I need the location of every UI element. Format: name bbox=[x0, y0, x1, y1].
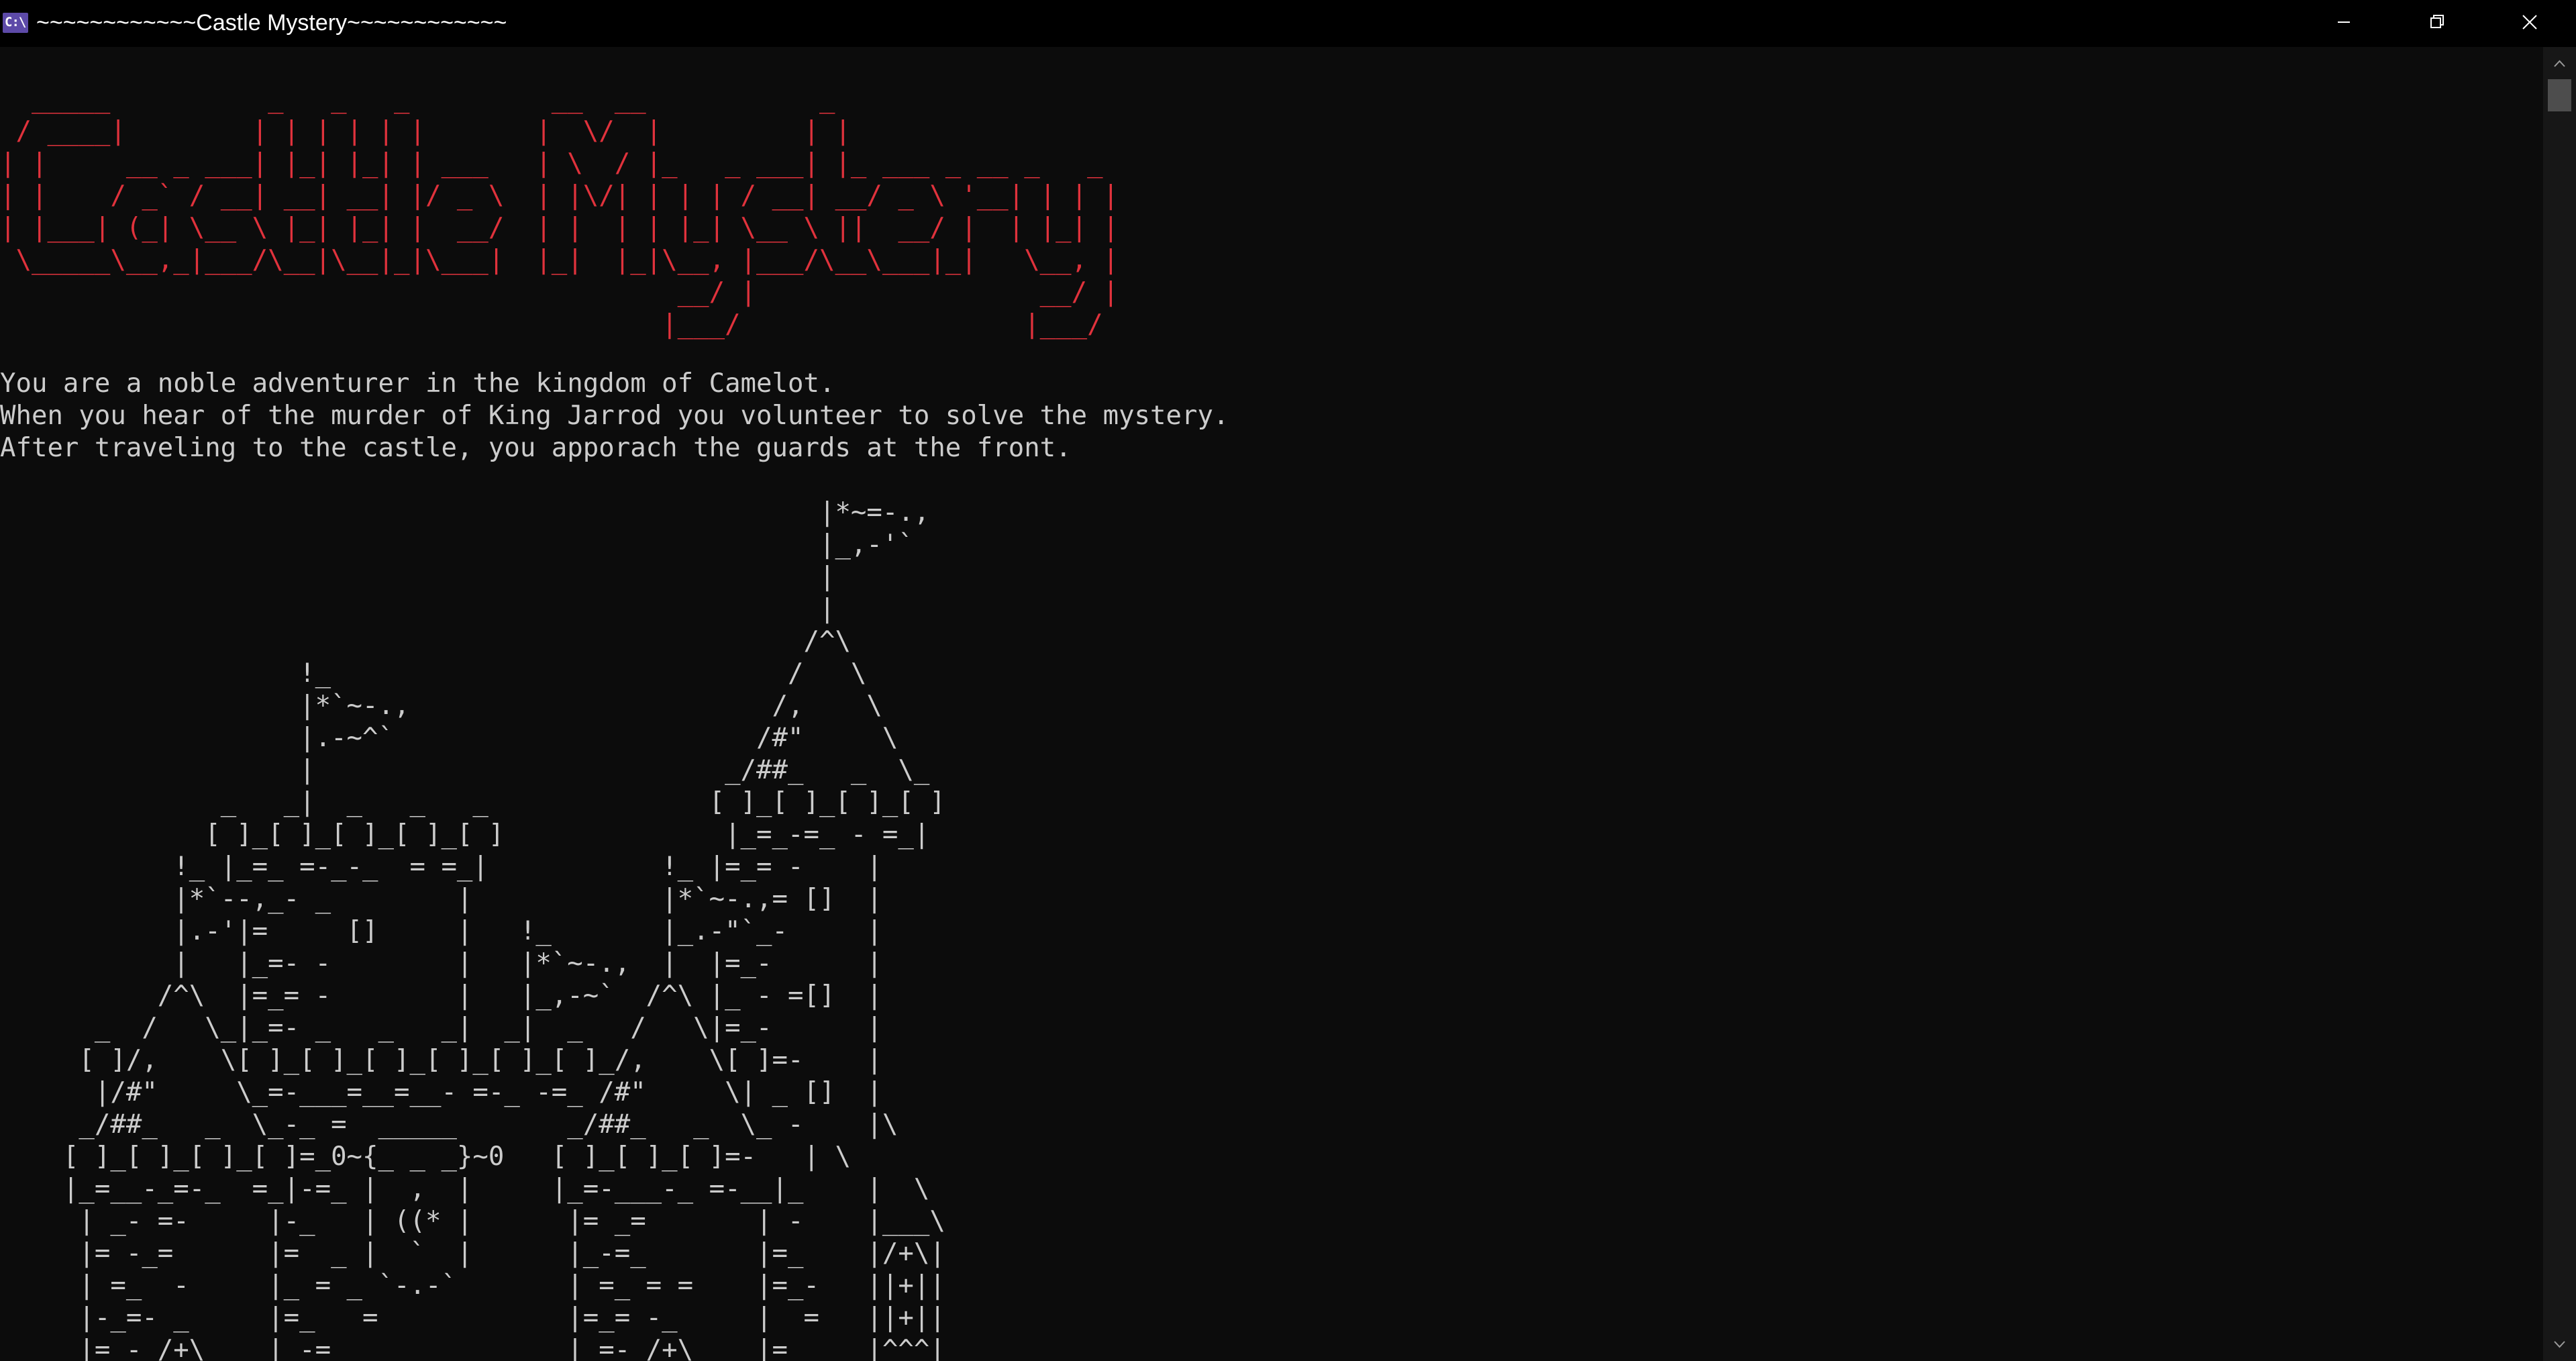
close-button[interactable] bbox=[2483, 0, 2575, 44]
intro-line-2: When you hear of the murder of King Jarr… bbox=[0, 401, 1229, 431]
castle-ascii-art: |*~=-., |_,-'` | | /^\ !_ / \ |*`~-., /,… bbox=[62, 497, 945, 1361]
minimize-icon bbox=[2338, 21, 2350, 23]
castle-mystery-banner-art: _____ _ _ _ __ __ _ / ____| | | | | | | … bbox=[0, 84, 1119, 340]
intro-line-1: You are a noble adventurer in the kingdo… bbox=[0, 368, 835, 399]
intro-line-3: After traveling to the castle, you appor… bbox=[0, 433, 1072, 463]
scroll-down-arrow-icon bbox=[2554, 1341, 2565, 1348]
close-icon bbox=[2522, 15, 2537, 30]
vertical-scrollbar[interactable] bbox=[2543, 47, 2576, 1361]
restore-icon bbox=[2430, 15, 2444, 28]
scrollbar-thumb[interactable] bbox=[2548, 79, 2571, 111]
console-output[interactable]: _____ _ _ _ __ __ _ / ____| | | | | | | … bbox=[0, 47, 2543, 1361]
scroll-up-button[interactable] bbox=[2543, 47, 2576, 79]
intro-text: You are a noble adventurer in the kingdo… bbox=[0, 368, 1229, 464]
console-icon-glyph: C:\ bbox=[5, 15, 26, 30]
window-title: ~~~~~~~~~~~~Castle Mystery~~~~~~~~~~~~ bbox=[36, 10, 507, 36]
minimize-button[interactable] bbox=[2298, 0, 2390, 44]
title-bar[interactable]: C:\ ~~~~~~~~~~~~Castle Mystery~~~~~~~~~~… bbox=[0, 0, 2576, 47]
scroll-down-button[interactable] bbox=[2543, 1329, 2576, 1361]
console-icon[interactable]: C:\ bbox=[3, 13, 28, 33]
scroll-up-arrow-icon bbox=[2554, 60, 2565, 67]
restore-button[interactable] bbox=[2390, 0, 2483, 44]
